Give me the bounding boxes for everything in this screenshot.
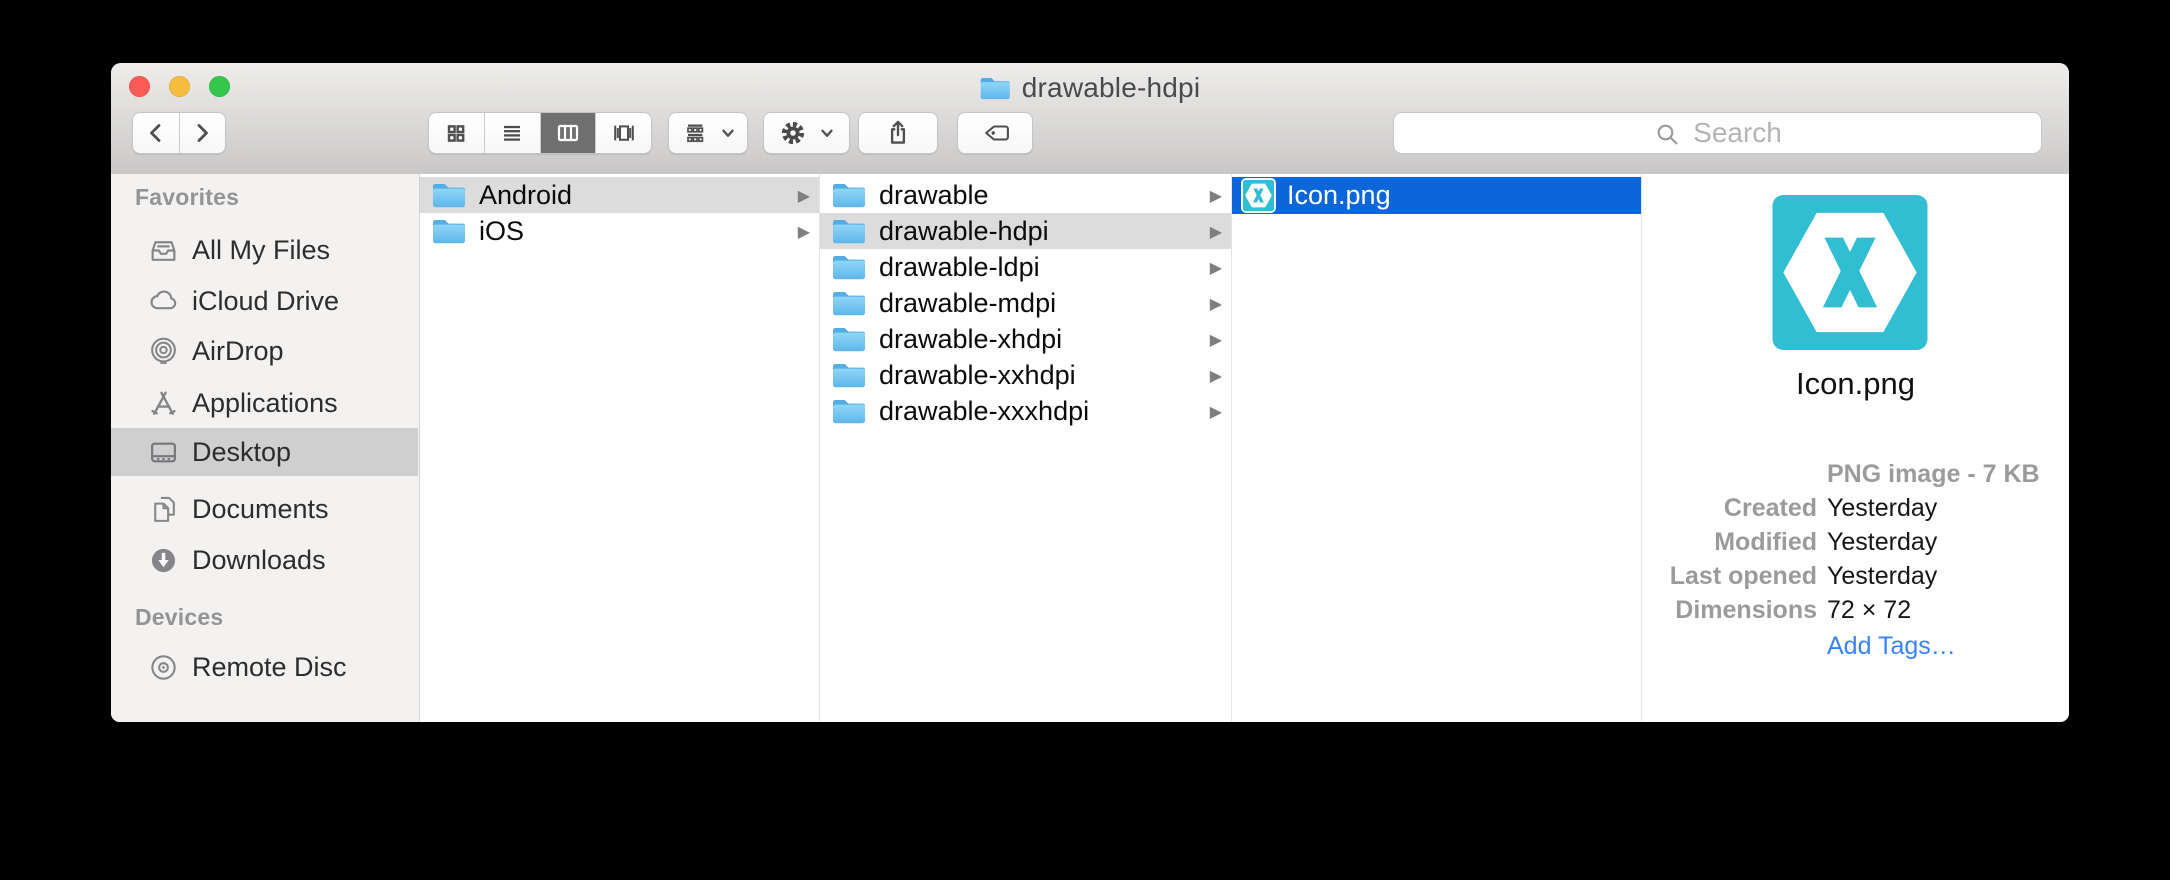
disclosure-triangle-icon: ▶ xyxy=(798,186,810,205)
sidebar-item-airdrop[interactable]: AirDrop xyxy=(111,329,418,373)
metadata-summary: PNG image - 7 KB xyxy=(1642,457,2057,491)
folder-icon xyxy=(832,361,866,389)
disclosure-triangle-icon: ▶ xyxy=(1210,402,1222,421)
sidebar-item-applications[interactable]: Applications xyxy=(111,381,418,425)
sidebar-item-remote-disc[interactable]: Remote Disc xyxy=(111,645,418,689)
folder-icon xyxy=(432,217,466,245)
disclosure-triangle-icon: ▶ xyxy=(1210,186,1222,205)
preview-pane: Icon.png PNG image - 7 KB Created Yester… xyxy=(1642,174,2069,722)
arrange-button[interactable] xyxy=(668,112,748,154)
remote-disc-icon xyxy=(148,652,179,683)
airdrop-icon xyxy=(148,336,179,367)
tags-button[interactable] xyxy=(957,112,1033,154)
cover-flow-view-button[interactable] xyxy=(595,113,651,153)
list-view-button[interactable] xyxy=(484,113,540,153)
file-row-icon-png[interactable]: Icon.png xyxy=(1232,177,1641,214)
all-my-files-icon xyxy=(148,235,179,266)
file-row-android[interactable]: Android ▶ xyxy=(420,177,819,213)
browser-column-3: Icon.png xyxy=(1232,174,1642,722)
folder-icon xyxy=(832,217,866,245)
close-button[interactable] xyxy=(129,76,150,97)
folder-icon xyxy=(832,253,866,281)
arrange-icon xyxy=(680,118,710,148)
action-menu-button[interactable] xyxy=(763,112,850,154)
chevron-down-icon xyxy=(818,124,836,142)
disclosure-triangle-icon: ▶ xyxy=(1210,222,1222,241)
preview-filename: Icon.png xyxy=(1642,366,2069,402)
disclosure-triangle-icon: ▶ xyxy=(1210,258,1222,277)
add-tags-link[interactable]: Add Tags… xyxy=(1827,632,1956,661)
sidebar-header-favorites: Favorites xyxy=(135,183,239,211)
sidebar-item-desktop[interactable]: Desktop xyxy=(111,428,418,476)
disclosure-triangle-icon: ▶ xyxy=(1210,294,1222,313)
documents-icon xyxy=(148,494,179,525)
sidebar-item-downloads[interactable]: Downloads xyxy=(111,538,418,582)
metadata-last-opened: Last opened Yesterday xyxy=(1642,559,2057,593)
metadata-created: Created Yesterday xyxy=(1642,491,2057,525)
cover-flow-icon xyxy=(609,118,639,148)
zoom-button[interactable] xyxy=(209,76,230,97)
xamarin-preview-icon xyxy=(1771,195,1929,350)
view-switcher xyxy=(428,112,652,154)
minimize-button[interactable] xyxy=(169,76,190,97)
navigation-buttons xyxy=(132,112,226,154)
folder-icon xyxy=(832,325,866,353)
xamarin-file-icon xyxy=(1243,180,1274,211)
desktop-background: drawable-hdpi xyxy=(0,0,2170,880)
file-row-drawable-xxhdpi[interactable]: drawable-xxhdpi ▶ xyxy=(820,357,1231,393)
icon-view-button[interactable] xyxy=(429,113,484,153)
share-icon xyxy=(882,117,914,149)
file-row-drawable-xxxhdpi[interactable]: drawable-xxxhdpi ▶ xyxy=(820,393,1231,429)
sidebar: Favorites All My Files iCloud Drive AirD… xyxy=(111,174,420,722)
window-content: Favorites All My Files iCloud Drive AirD… xyxy=(111,174,2069,722)
file-row-drawable[interactable]: drawable ▶ xyxy=(820,177,1231,213)
preview-metadata: PNG image - 7 KB Created Yesterday Modif… xyxy=(1642,457,2057,663)
window-title-text: drawable-hdpi xyxy=(1022,72,1201,104)
column-view-icon xyxy=(553,118,583,148)
window-title: drawable-hdpi xyxy=(980,72,1201,104)
sidebar-item-all-my-files[interactable]: All My Files xyxy=(111,228,418,272)
disclosure-triangle-icon: ▶ xyxy=(1210,366,1222,385)
icon-view-icon xyxy=(441,118,471,148)
file-row-ios[interactable]: iOS ▶ xyxy=(420,213,819,249)
disclosure-triangle-icon: ▶ xyxy=(798,222,810,241)
gear-icon xyxy=(777,117,809,149)
add-tags-row: Add Tags… xyxy=(1642,629,2057,663)
metadata-dimensions: Dimensions 72 × 72 xyxy=(1642,593,2057,627)
disclosure-triangle-icon: ▶ xyxy=(1210,330,1222,349)
chevron-right-icon xyxy=(187,118,217,148)
column-view-button[interactable] xyxy=(540,113,596,153)
list-view-icon xyxy=(497,118,527,148)
sidebar-header-devices: Devices xyxy=(135,603,223,631)
sidebar-item-icloud-drive[interactable]: iCloud Drive xyxy=(111,279,418,323)
folder-icon xyxy=(832,289,866,317)
file-row-drawable-hdpi[interactable]: drawable-hdpi ▶ xyxy=(820,213,1231,249)
browser-column-1: Android ▶ iOS ▶ xyxy=(420,174,820,722)
file-row-drawable-ldpi[interactable]: drawable-ldpi ▶ xyxy=(820,249,1231,285)
traffic-lights xyxy=(129,76,230,98)
chevron-down-icon xyxy=(719,124,737,142)
folder-icon xyxy=(832,181,866,209)
file-row-drawable-xhdpi[interactable]: drawable-xhdpi ▶ xyxy=(820,321,1231,357)
folder-icon xyxy=(432,181,466,209)
downloads-icon xyxy=(148,545,179,576)
title-bar: drawable-hdpi xyxy=(111,63,2069,175)
file-row-drawable-mdpi[interactable]: drawable-mdpi ▶ xyxy=(820,285,1231,321)
search-input[interactable] xyxy=(1394,113,2041,153)
back-button[interactable] xyxy=(133,113,179,153)
applications-icon xyxy=(148,388,179,419)
chevron-left-icon xyxy=(141,118,171,148)
browser-column-2: drawable ▶ drawable-hdpi ▶ drawable-ldpi… xyxy=(820,174,1232,722)
metadata-modified: Modified Yesterday xyxy=(1642,525,2057,559)
folder-icon xyxy=(980,75,1011,101)
finder-window: drawable-hdpi xyxy=(111,63,2069,722)
sidebar-item-documents[interactable]: Documents xyxy=(111,487,418,531)
tag-icon xyxy=(978,118,1012,148)
share-button[interactable] xyxy=(858,112,938,154)
forward-button[interactable] xyxy=(179,113,226,153)
desktop-icon xyxy=(148,437,179,468)
folder-icon xyxy=(832,397,866,425)
icloud-drive-icon xyxy=(148,286,179,317)
search-field xyxy=(1393,112,2042,154)
